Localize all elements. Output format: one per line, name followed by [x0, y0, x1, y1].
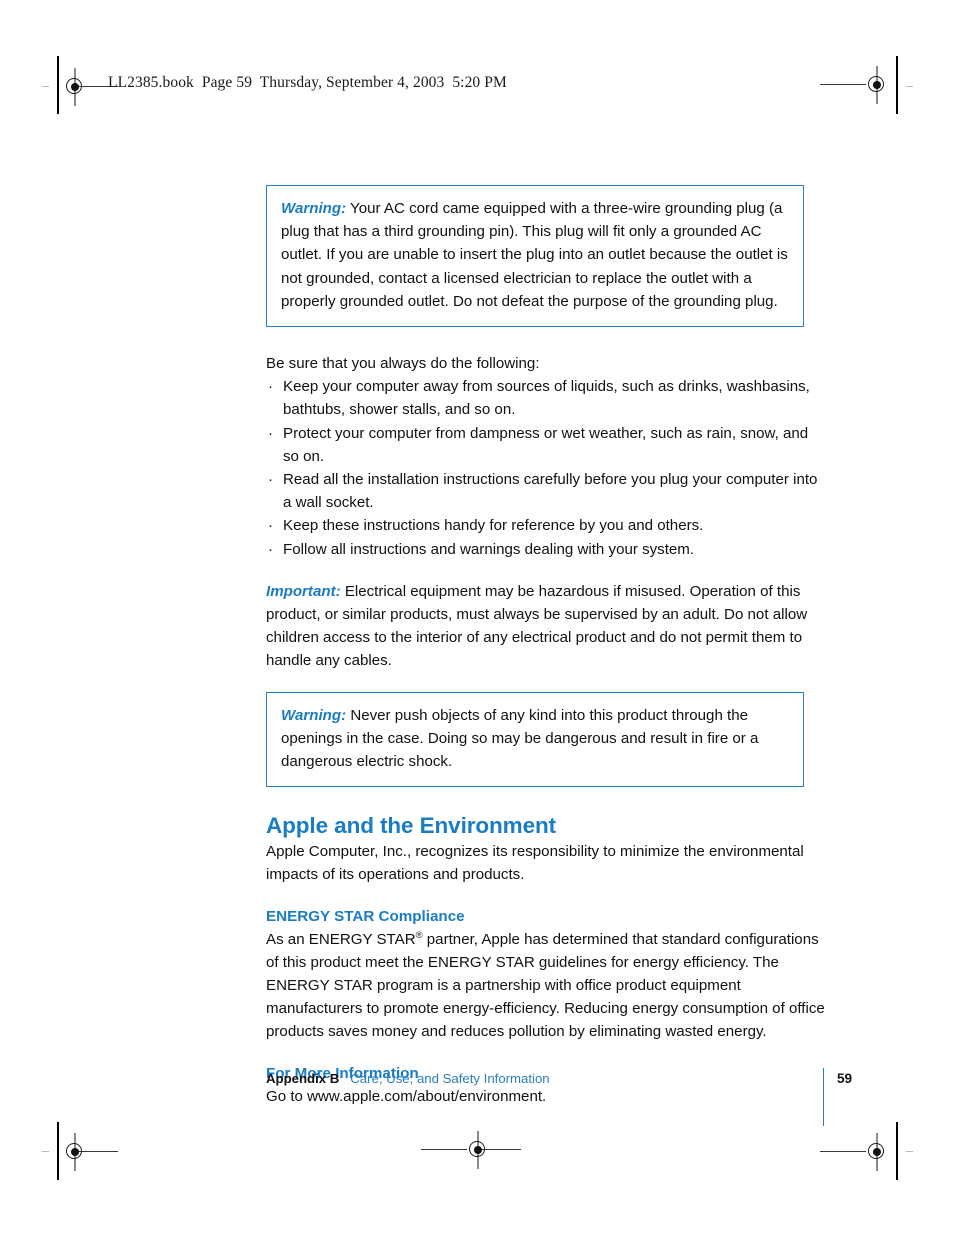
- registration-mark-bottom-right: [820, 1133, 890, 1171]
- registration-mark-bottom-left: [62, 1133, 118, 1171]
- reg-dot-icon: [474, 1146, 482, 1154]
- more-information-paragraph: Go to www.apple.com/about/environment.: [266, 1087, 547, 1105]
- energy-star-paragraph: As an ENERGY STAR® partner, Apple has de…: [266, 928, 826, 1044]
- important-body: Electrical equipment may be hazardous if…: [266, 582, 808, 670]
- important-paragraph: Important: Electrical equipment may be h…: [266, 580, 826, 673]
- list-item-text: Keep your computer away from sources of …: [283, 378, 810, 419]
- tick-bottom-left: [42, 1151, 49, 1153]
- registration-mark-top-right: [820, 66, 890, 104]
- warning-body: Your AC cord came equipped with a three-…: [281, 200, 788, 310]
- registration-mark-top-left: [62, 68, 118, 106]
- list-item-text: Follow all instructions and warnings dea…: [283, 540, 695, 558]
- document-page: LL2385.book Page 59 Thursday, September …: [0, 0, 954, 1235]
- trim-bar-bottom-right: [896, 1122, 898, 1180]
- reg-hline-icon: [820, 1151, 866, 1153]
- intro-line: Be sure that you always do the following…: [266, 355, 540, 373]
- list-item-text: Read all the installation instructions c…: [283, 471, 818, 512]
- safety-bullet-list: · Keep your computer away from sources of…: [266, 375, 826, 561]
- tick-bottom-right: [906, 1151, 913, 1153]
- warning-box-text: Warning: Never push objects of any kind …: [281, 704, 789, 774]
- footer-appendix-label: Appendix B: [266, 1071, 340, 1086]
- warning-body: Never push objects of any kind into this…: [281, 706, 759, 771]
- bullet-marker-icon: ·: [268, 378, 274, 396]
- page-number: 59: [837, 1071, 853, 1086]
- tick-top-left: [42, 86, 49, 88]
- bullet-marker-icon: ·: [268, 517, 274, 535]
- list-item-text: Keep these instructions handy for refere…: [283, 517, 704, 535]
- list-item: · Keep your computer away from sources of…: [266, 375, 826, 421]
- trim-bar-bottom-left: [57, 1122, 59, 1180]
- list-item: · Read all the installation instructions …: [266, 468, 826, 514]
- warning-label: Warning:: [281, 200, 347, 217]
- section-intro-paragraph: Apple Computer, Inc., recognizes its res…: [266, 843, 804, 884]
- warning-box-text: Warning: Your AC cord came equipped with…: [281, 197, 789, 313]
- reg-dot-icon: [71, 1148, 79, 1156]
- subheading-energy-star: ENERGY STAR Compliance: [266, 907, 465, 925]
- footer-chapter-title: Care, Use, and Safety Information: [350, 1071, 550, 1086]
- page-title: Apple and the Environment: [266, 813, 557, 839]
- text-column: Warning: Your AC cord came equipped with…: [266, 185, 826, 1108]
- tick-top-right: [906, 86, 913, 88]
- bullet-marker-icon: ·: [268, 424, 274, 442]
- list-item-text: Protect your computer from dampness or w…: [283, 424, 809, 465]
- list-item: · Keep these instructions handy for refer…: [266, 514, 826, 537]
- list-item: · Protect your computer from dampness or …: [266, 422, 826, 468]
- reg-dot-icon: [71, 83, 79, 91]
- page-footer: Appendix B Care, Use, and Safety Informat…: [266, 1070, 826, 1088]
- important-label: Important:: [266, 582, 341, 600]
- reg-hline-icon: [820, 84, 866, 86]
- warning-label: Warning:: [281, 706, 347, 724]
- footer-divider-rule: [823, 1068, 825, 1126]
- registered-trademark-icon: ®: [415, 929, 423, 941]
- warning-box-openings: Warning: Never push objects of any kind …: [266, 691, 804, 788]
- running-header: LL2385.book Page 59 Thursday, September …: [108, 74, 507, 91]
- trim-bar-top-right: [896, 56, 898, 114]
- energy-star-text-before: As an ENERGY STAR: [266, 930, 416, 948]
- list-item: · Follow all instructions and warnings de…: [266, 538, 826, 561]
- bullet-marker-icon: ·: [268, 540, 274, 558]
- reg-dot-icon: [873, 1148, 881, 1156]
- warning-box-grounding-plug: Warning: Your AC cord came equipped with…: [266, 185, 804, 328]
- registration-mark-bottom-center: [421, 1131, 521, 1169]
- reg-hline-left-icon: [421, 1149, 467, 1151]
- reg-dot-icon: [873, 81, 881, 89]
- bullet-marker-icon: ·: [268, 471, 274, 489]
- trim-bar-top-left: [57, 56, 59, 114]
